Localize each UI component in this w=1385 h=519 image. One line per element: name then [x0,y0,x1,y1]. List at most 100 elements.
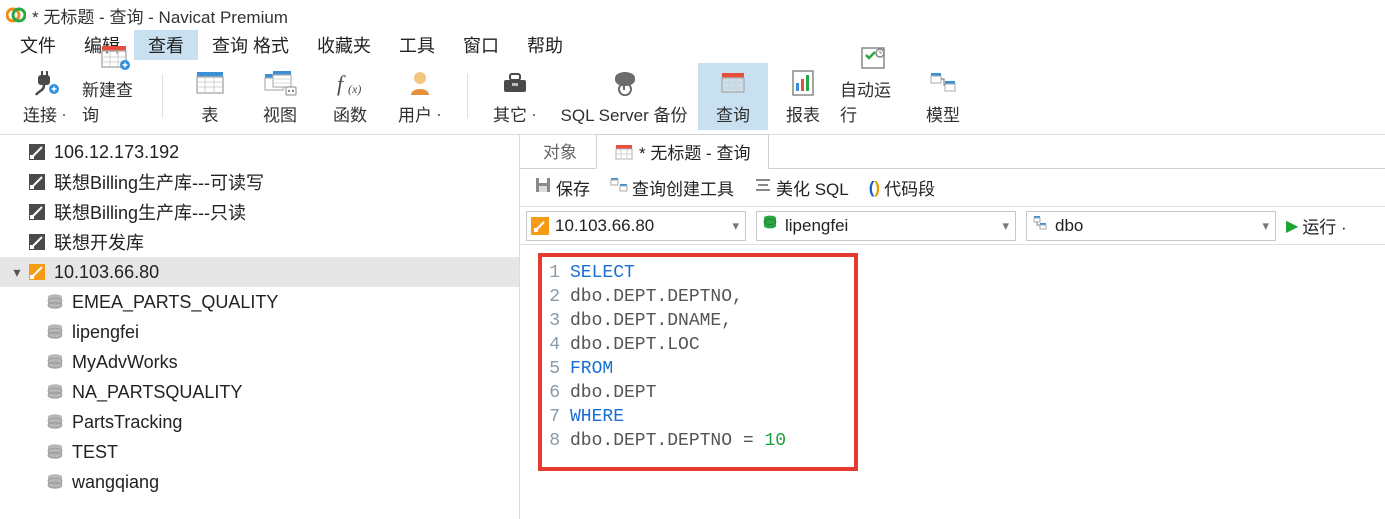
code-line: 6dbo.DEPT [548,381,844,405]
tab-active-query[interactable]: * 无标题 - 查询 [596,134,769,169]
database-icon [44,471,66,493]
sql-editor[interactable]: 1SELECT2dbo.DEPT.DEPTNO,3dbo.DEPT.DNAME,… [538,253,858,471]
backup-button[interactable]: SQL Server 备份 [550,63,698,130]
line-number: 3 [548,309,570,333]
line-number: 4 [548,333,570,357]
connect-label: 连接 [23,101,57,126]
database-icon [44,291,66,313]
menu-item[interactable]: 收藏夹 [303,30,385,60]
dropdown-indicator-icon: · [436,105,442,123]
connection-selector[interactable]: 10.103.66.80 ▾ [526,211,746,241]
builder-label: 查询创建工具 [632,175,734,200]
model-button[interactable]: 模型 [908,63,978,130]
autorun-label: 自动运行 [840,76,906,126]
database-item[interactable]: NA_PARTSQUALITY [0,377,519,407]
table-label: 表 [202,101,219,126]
svg-text:(x): (x) [348,82,361,96]
connection-label: 联想开发库 [54,229,144,255]
save-label: 保存 [556,175,590,200]
database-selector[interactable]: lipengfei ▾ [756,211,1016,241]
menu-item[interactable]: 工具 [385,30,449,60]
database-item[interactable]: lipengfei [0,317,519,347]
database-item[interactable]: TEST [0,437,519,467]
tab-objects-label: 对象 [543,143,577,162]
toolbar-separator [162,74,163,118]
new-query-label: 新建查询 [82,76,148,126]
report-button[interactable]: 报表 [768,63,838,130]
backup-icon [609,65,639,101]
chevron-down-icon: ▾ [732,218,739,234]
user-icon [406,65,434,101]
database-label: wangqiang [72,472,159,493]
menu-item[interactable]: 查询 格式 [198,30,303,60]
code-line: 1SELECT [548,261,844,285]
toolbar-separator [467,74,468,118]
code-line: 5FROM [548,357,844,381]
document-tabs: 对象 * 无标题 - 查询 [520,135,1385,169]
table-button[interactable]: 表 [175,63,245,130]
query-builder-button[interactable]: 查询创建工具 [602,173,742,202]
view-icon [263,65,297,101]
toolbox-icon [500,65,530,101]
play-icon: ▶ [1286,216,1298,236]
connection-item[interactable]: 联想Billing生产库---可读写 [0,167,519,197]
line-number: 7 [548,405,570,429]
snippet-label: 代码段 [884,175,935,200]
model-icon [928,65,958,101]
connection-item[interactable]: 联想开发库 [0,227,519,257]
tab-objects[interactable]: 对象 [524,133,596,168]
query-icon [718,65,748,101]
view-button[interactable]: 视图 [245,63,315,130]
code-content: dbo.DEPT.DEPTNO = 10 [570,429,786,453]
code-content: dbo.DEPT.DEPTNO, [570,285,743,309]
schema-selector-value: dbo [1055,216,1083,236]
code-line: 7WHERE [548,405,844,429]
query-tab-icon [615,143,633,161]
connection-item-active[interactable]: ▾10.103.66.80 [0,257,519,287]
database-item[interactable]: MyAdvWorks [0,347,519,377]
database-label: lipengfei [72,322,139,343]
database-item[interactable]: EMEA_PARTS_QUALITY [0,287,519,317]
connection-item[interactable]: 106.12.173.192 [0,137,519,167]
connection-icon [26,201,48,223]
other-button[interactable]: 其它 · [480,63,550,130]
connections-sidebar[interactable]: 106.12.173.192联想Billing生产库---可读写联想Billin… [0,135,520,519]
autorun-icon [858,40,888,76]
main-area: 106.12.173.192联想Billing生产库---可读写联想Billin… [0,135,1385,519]
database-item[interactable]: PartsTracking [0,407,519,437]
connection-item[interactable]: 联想Billing生产库---只读 [0,197,519,227]
autorun-button[interactable]: 自动运行 [838,38,908,130]
connection-label: 联想Billing生产库---可读写 [54,169,264,195]
beautify-label: 美化 SQL [776,175,849,200]
query-toolbar: 保存 查询创建工具 美 [520,169,1385,207]
query-button[interactable]: 查询 [698,63,768,130]
database-icon [44,351,66,373]
function-button[interactable]: f (x) 函数 [315,63,385,130]
connection-badge-icon [531,217,549,235]
connection-icon [26,231,48,253]
connect-button[interactable]: 连接 · [10,63,80,130]
connection-label: 联想Billing生产库---只读 [54,199,246,225]
app-logo-icon [6,5,26,25]
beautify-button[interactable]: 美化 SQL [746,173,857,202]
schema-selector[interactable]: dbo ▾ [1026,211,1276,241]
database-selector-value: lipengfei [785,216,848,236]
function-label: 函数 [333,101,367,126]
save-button[interactable]: 保存 [526,173,598,202]
backup-label: SQL Server 备份 [561,101,688,126]
snippet-icon: () [869,178,880,198]
code-line: 2dbo.DEPT.DEPTNO, [548,285,844,309]
run-button[interactable]: ▶ 运行 · [1286,213,1347,238]
code-content: SELECT [570,261,635,285]
user-button[interactable]: 用户 · [385,63,455,130]
new-query-button[interactable]: 新建查询 [80,38,150,130]
code-content: dbo.DEPT.DNAME, [570,309,732,333]
database-icon [761,214,779,237]
database-icon [44,411,66,433]
connection-active-icon [26,261,48,283]
caret-down-icon[interactable]: ▾ [8,264,26,281]
database-item[interactable]: wangqiang [0,467,519,497]
line-number: 6 [548,381,570,405]
code-content: FROM [570,357,613,381]
snippet-button[interactable]: () 代码段 [861,173,943,202]
